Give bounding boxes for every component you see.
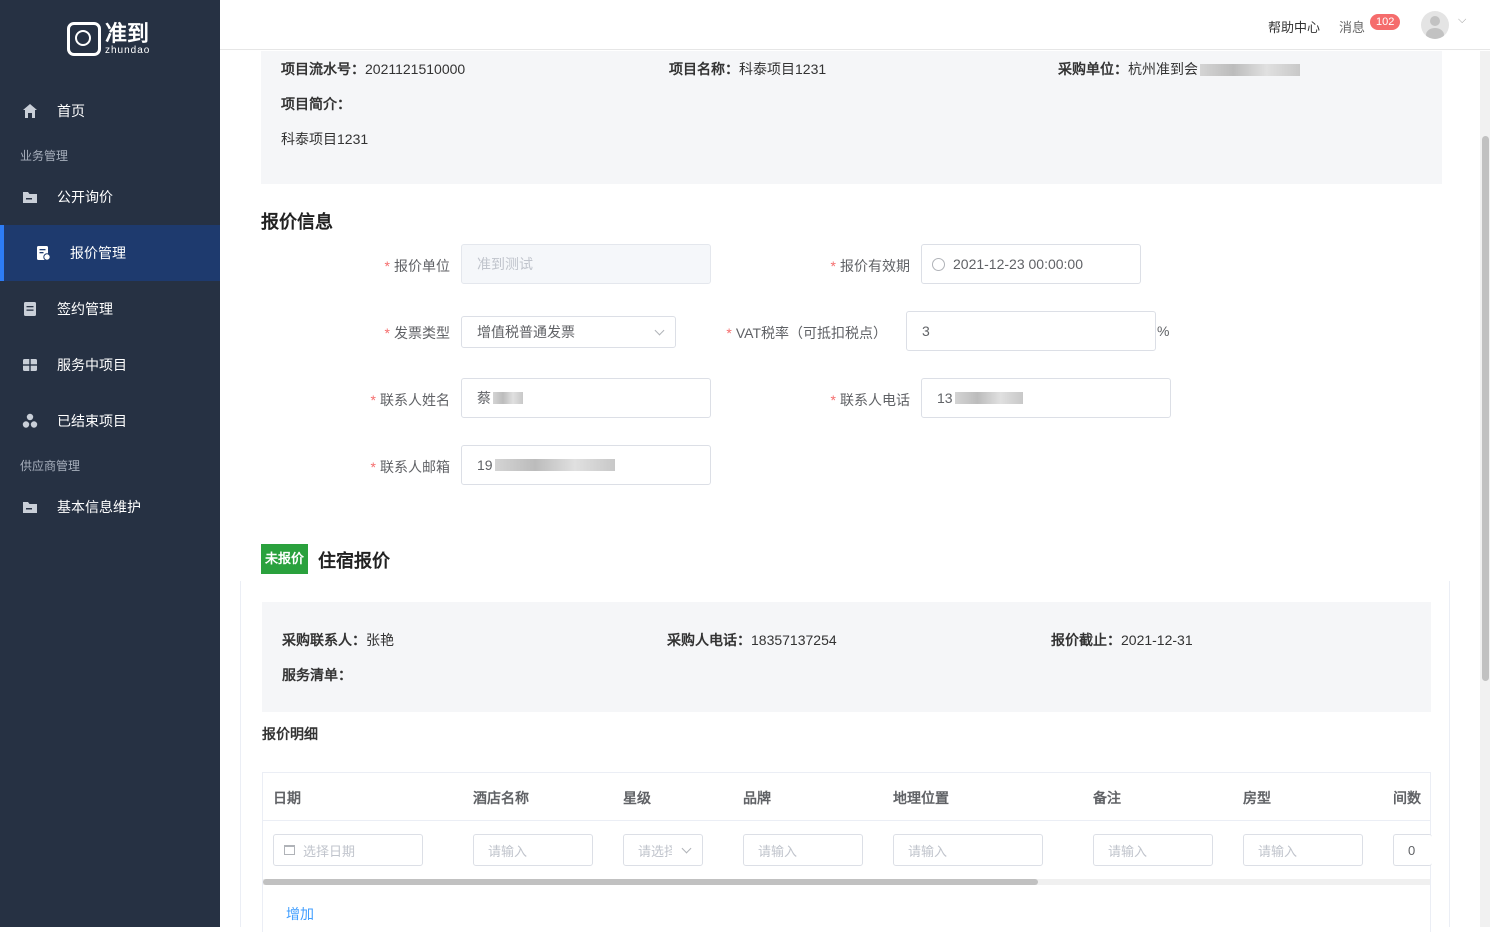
quote-detail-title: 报价明细 [262,726,318,742]
column-header: 间数 [1393,790,1421,806]
sidebar: 准到 zhundao 首页 业务管理 公开询价 报价管理 签约管理 服务中项目 [0,0,220,927]
table-scrollbar[interactable] [263,879,1430,885]
document-icon [22,301,38,317]
sidebar-item-projects-in-service[interactable]: 服务中项目 [0,337,220,393]
sidebar-item-label: 基本信息维护 [57,499,141,515]
contact-name-input[interactable]: 蔡 [461,378,711,418]
redacted-text [493,392,523,404]
room-type-input[interactable]: 请输入 [1243,834,1363,866]
project-summary: 项目流水号：2021121510000 项目名称：科泰项目1231 采购单位：杭… [261,51,1442,184]
date-picker[interactable]: 选择日期 [273,834,423,866]
contact-email-label: * 联系人邮箱 [370,459,450,475]
column-header: 品牌 [743,790,771,806]
sidebar-item-label: 服务中项目 [57,357,127,373]
quote-unit-input[interactable]: 准到测试 [461,244,711,284]
contact-name-label: * 联系人姓名 [370,392,450,408]
project-intro-value: 科泰项目1231 [281,131,369,147]
add-row-button[interactable]: 增加 [286,904,314,924]
sidebar-item-basic-info[interactable]: 基本信息维护 [0,479,220,535]
vat-unit: % [1157,323,1170,339]
invoice-type-label: * 发票类型 [384,325,450,341]
redacted-text [954,392,1023,404]
top-bar: 帮助中心 消息 102 ⌵ [220,0,1490,50]
clock-icon [932,257,945,271]
sidebar-item-quote-management[interactable]: 报价管理 [0,225,220,281]
project-serial: 项目流水号：2021121510000 [281,61,466,77]
quote-deadline: 报价截止：2021-12-31 [1051,632,1193,648]
sidebar-item-label: 公开询价 [57,189,113,205]
brand-name: 准到 [105,20,150,46]
sidebar-item-public-inquiry[interactable]: 公开询价 [0,169,220,225]
contact-email-input[interactable]: 19 [461,445,711,485]
sidebar-item-label: 已结束项目 [57,413,127,429]
help-center-link[interactable]: 帮助中心 [1268,17,1320,36]
brand-input[interactable]: 请输入 [743,834,863,866]
page-scrollbar[interactable] [1480,51,1490,927]
quote-validity-label: * 报价有效期 [830,258,910,274]
sidebar-item-home[interactable]: 首页 [0,83,220,139]
redacted-text [494,459,615,471]
page-scrollbar-thumb[interactable] [1482,136,1489,681]
brand-name-en: zhundao [105,44,151,56]
project-name: 项目名称：科泰项目1231 [669,61,827,77]
user-avatar[interactable] [1421,11,1449,39]
status-badge: 未报价 [261,544,309,574]
hotel-quote-title: 住宿报价 [318,551,390,571]
buyer-contact: 采购联系人：张艳 [282,632,394,648]
document-check-icon [35,245,51,261]
main-content: 项目流水号：2021121510000 项目名称：科泰项目1231 采购单位：杭… [240,51,1462,932]
column-header: 酒店名称 [473,790,529,806]
vat-rate-label: * VAT税率（可抵扣税点） [726,325,887,341]
contact-phone-input[interactable]: 13 [921,378,1171,418]
column-header: 房型 [1243,790,1271,806]
contact-phone-label: * 联系人电话 [830,392,910,408]
table-scrollbar-thumb[interactable] [263,879,1038,885]
vat-rate-input[interactable]: 3 [906,311,1156,351]
sidebar-item-finished-projects[interactable]: 已结束项目 [0,393,220,449]
buyer-phone: 采购人电话：18357137254 [667,632,837,648]
message-count-badge: 102 [1370,14,1401,30]
sidebar-item-contract-management[interactable]: 签约管理 [0,281,220,337]
column-header: 地理位置 [893,790,949,806]
logo-icon [67,22,101,56]
quote-unit-label: * 报价单位 [384,258,450,274]
quote-info-title: 报价信息 [261,212,333,232]
chevron-down-icon[interactable]: ⌵ [1458,14,1466,27]
sidebar-item-label: 首页 [57,103,85,119]
quote-validity-picker[interactable]: 2021-12-23 00:00:00 [921,244,1141,284]
folder-icon [22,499,38,515]
sidebar-item-label: 签约管理 [57,301,113,317]
calendar-icon [284,845,295,855]
table-header: 日期 酒店名称 星级 品牌 地理位置 备注 房型 间数 [263,773,1430,821]
project-intro-label: 项目简介： [281,96,351,112]
messages-link[interactable]: 消息 [1339,17,1365,36]
grid-icon [22,357,38,373]
column-header: 备注 [1093,790,1121,806]
chevron-down-icon [681,843,692,854]
redacted-text [1200,64,1300,77]
invoice-type-select[interactable]: 增值税普通发票 [461,316,676,348]
nav-group-supplier: 供应商管理 [20,459,81,473]
chevron-down-icon [654,325,665,336]
sidebar-item-label: 报价管理 [70,245,126,261]
folder-icon [22,189,38,205]
quote-detail-table: 日期 酒店名称 星级 品牌 地理位置 备注 房型 间数 选择日期 请输入 请选择… [262,772,1432,932]
location-input[interactable]: 请输入 [893,834,1043,866]
column-header: 星级 [623,790,651,806]
hotel-name-input[interactable]: 请输入 [473,834,593,866]
brand-logo[interactable]: 准到 zhundao [67,22,150,56]
cluster-icon [22,413,38,429]
nav-group-business: 业务管理 [20,149,69,163]
hotel-info-box: 采购联系人：张艳 采购人电话：18357137254 报价截止：2021-12-… [262,602,1431,712]
column-header: 日期 [273,790,301,806]
remark-input[interactable]: 请输入 [1093,834,1213,866]
star-select[interactable]: 请选择 [623,834,703,866]
room-count-input[interactable]: 0 [1393,834,1432,866]
home-icon [22,103,38,119]
project-buyer: 采购单位：杭州准到会 [1058,59,1300,79]
service-list-label: 服务清单： [282,667,352,683]
